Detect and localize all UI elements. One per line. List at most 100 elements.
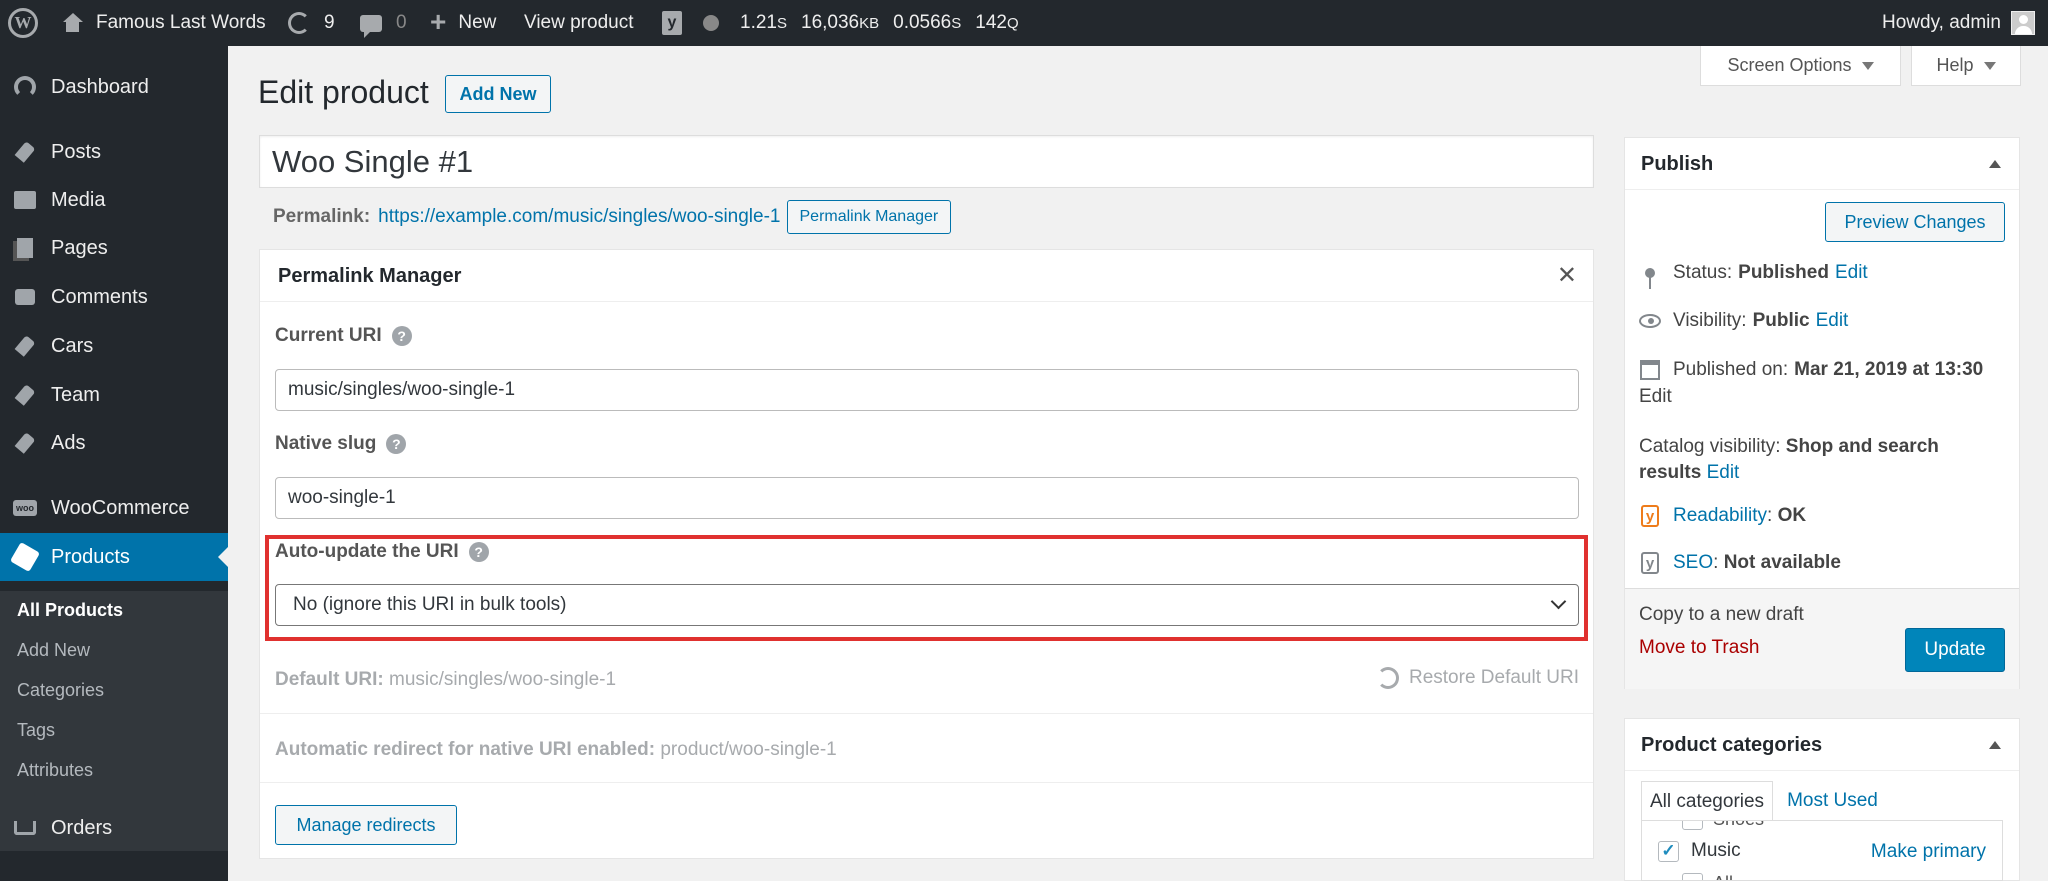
copy-to-draft-link[interactable]: Copy to a new draft	[1639, 604, 1804, 626]
sidebar-item-team[interactable]: Team	[0, 371, 228, 419]
sidebar-item-dashboard[interactable]: Dashboard	[0, 63, 228, 111]
submenu-item-attributes[interactable]: Attributes	[17, 760, 93, 781]
submenu-item-tags[interactable]: Tags	[17, 720, 55, 741]
tab-all-categories[interactable]: All categories	[1641, 781, 1774, 821]
category-checklist: Shoes ✓ Music Make primary All	[1641, 820, 2003, 881]
sidebar-item-products[interactable]: Products	[0, 533, 228, 581]
sidebar-item-label: Posts	[51, 140, 102, 163]
yoast-menu[interactable]: y	[662, 0, 682, 46]
sidebar-item-label: Dashboard	[51, 75, 149, 98]
published-on-row: Published on: Mar 21, 2019 at 13:30	[1639, 359, 1983, 381]
status-edit-link[interactable]: Edit	[1835, 262, 1868, 284]
make-primary-link[interactable]: Make primary	[1871, 841, 1986, 863]
add-new-button[interactable]: Add New	[445, 75, 551, 113]
readability-value: OK	[1777, 505, 1807, 526]
pin-icon	[1639, 268, 1661, 289]
help-label: Help	[1936, 55, 1974, 75]
help-button[interactable]: Help	[1911, 46, 2021, 86]
category-item-music[interactable]: ✓ Music	[1658, 840, 1741, 862]
submenu-item-all-products[interactable]: All Products	[17, 600, 123, 621]
comment-icon	[360, 14, 382, 38]
new-content-link[interactable]: + New	[430, 0, 496, 46]
preview-changes-button[interactable]: Preview Changes	[1825, 202, 2005, 242]
screen-options-button[interactable]: Screen Options	[1700, 46, 1901, 86]
restore-default-uri-button[interactable]: Restore Default URI	[1376, 667, 1579, 689]
permalink-row: Permalink: https://example.com/music/sin…	[273, 199, 952, 235]
sidebar-item-label: Cars	[51, 334, 94, 357]
media-icon	[12, 188, 38, 212]
product-title-input[interactable]: Woo Single #1	[259, 135, 1594, 188]
native-slug-label: Native slug ?	[275, 433, 407, 455]
manage-redirects-button[interactable]: Manage redirects	[275, 805, 457, 845]
updates-link[interactable]: 9	[288, 0, 335, 46]
yoast-readability-icon: y	[1639, 505, 1661, 527]
seo-row: y SEO : Not available	[1639, 552, 1841, 574]
visibility-row: Visibility: Public Edit	[1639, 310, 1848, 332]
wordpress-logo-icon[interactable]: W	[8, 0, 38, 46]
caret-up-icon[interactable]	[1989, 741, 2001, 749]
query-monitor-link[interactable]: 1.21 S 16,036 KB 0.0566 S 142 Q	[740, 0, 1019, 46]
comments-link[interactable]: 0	[360, 0, 407, 46]
current-uri-label-text: Current URI	[275, 325, 382, 346]
woo-icon: woo	[12, 496, 38, 520]
published-on-edit-link[interactable]: Edit	[1639, 386, 1672, 408]
calendar-icon	[1639, 360, 1661, 380]
published-on-value: Mar 21, 2019 at 13:30	[1794, 359, 1984, 380]
permalink-manager-button[interactable]: Permalink Manager	[786, 200, 952, 234]
site-name-link[interactable]: Famous Last Words	[62, 0, 266, 46]
perf-time: 1.21	[740, 12, 777, 33]
sidebar-item-woocommerce[interactable]: woo WooCommerce	[0, 484, 228, 532]
view-product-link[interactable]: View product	[524, 0, 634, 46]
auto-update-label: Auto-update the URI ?	[275, 541, 489, 563]
category-checkbox[interactable]	[1682, 821, 1703, 830]
help-icon[interactable]: ?	[468, 542, 489, 562]
update-button[interactable]: Update	[1905, 628, 2005, 672]
admin-bar: W Famous Last Words 9 0 + New View produ…	[0, 0, 2048, 46]
sidebar-item-orders[interactable]: Orders	[0, 804, 228, 852]
redirect-link[interactable]: product/woo-single-1	[660, 739, 836, 760]
redirect-row: Automatic redirect for native URI enable…	[275, 739, 837, 761]
category-checkbox[interactable]	[1682, 873, 1703, 880]
updates-count: 9	[324, 12, 335, 33]
current-uri-label: Current URI ?	[275, 325, 412, 347]
sidebar-item-pages[interactable]: Pages	[0, 224, 228, 272]
eye-icon	[1639, 314, 1661, 328]
auto-update-selected-value: No (ignore this URI in bulk tools)	[293, 594, 567, 615]
sidebar-item-comments[interactable]: Comments	[0, 273, 228, 321]
box-icon	[9, 541, 41, 573]
catalog-visibility-edit-link[interactable]: Edit	[1707, 462, 1740, 483]
visibility-edit-link[interactable]: Edit	[1816, 310, 1849, 332]
category-tabs: All categories Most Used	[1641, 781, 1886, 821]
auto-update-select[interactable]: No (ignore this URI in bulk tools)	[275, 584, 1579, 626]
submenu-item-add-new[interactable]: Add New	[17, 640, 90, 661]
caret-up-icon[interactable]	[1989, 160, 2001, 168]
caret-down-icon	[1983, 61, 1996, 70]
categories-header[interactable]: Product categories	[1625, 719, 2019, 771]
sidebar-item-posts[interactable]: Posts	[0, 128, 228, 176]
category-item-shoes[interactable]: Shoes	[1682, 821, 1764, 830]
home-icon	[62, 13, 83, 33]
checkbox-checked-icon[interactable]: ✓	[1658, 840, 1679, 862]
pin-icon	[12, 334, 38, 358]
category-item-all[interactable]: All	[1682, 873, 1733, 880]
native-slug-input[interactable]: woo-single-1	[275, 477, 1579, 519]
readability-link[interactable]: Readability	[1673, 505, 1767, 527]
pin-icon	[12, 431, 38, 455]
sidebar-item-ads[interactable]: Ads	[0, 419, 228, 467]
avatar	[2010, 11, 2035, 35]
published-on-label: Published on:	[1673, 359, 1789, 380]
plus-icon: +	[430, 5, 447, 37]
permalink-link[interactable]: https://example.com/music/singles/woo-si…	[378, 206, 780, 228]
help-icon[interactable]: ?	[391, 326, 412, 346]
sidebar-item-cars[interactable]: Cars	[0, 322, 228, 370]
seo-link[interactable]: SEO	[1673, 552, 1713, 574]
submenu-item-categories[interactable]: Categories	[17, 680, 104, 701]
move-to-trash-link[interactable]: Move to Trash	[1639, 637, 1759, 659]
close-icon[interactable]: ✕	[1557, 261, 1577, 290]
tab-most-used[interactable]: Most Used	[1779, 781, 1886, 821]
publish-header[interactable]: Publish	[1625, 138, 2019, 190]
my-account-menu[interactable]: Howdy, admin	[1882, 0, 2035, 46]
help-icon[interactable]: ?	[386, 434, 407, 454]
sidebar-item-media[interactable]: Media	[0, 176, 228, 224]
current-uri-input[interactable]: music/singles/woo-single-1	[275, 369, 1579, 411]
